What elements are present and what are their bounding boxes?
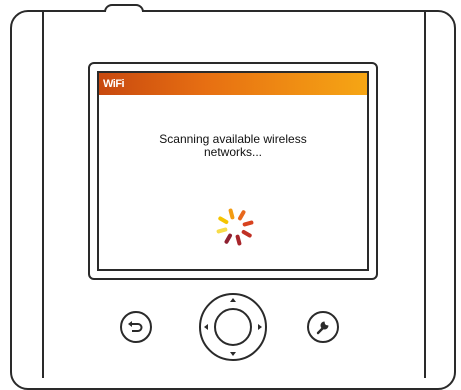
title-bar: WiFi — [99, 73, 367, 95]
back-button[interactable] — [120, 311, 152, 343]
spinner-spoke — [238, 210, 246, 221]
status-message: Scanning available wireless networks... — [99, 133, 367, 159]
display-screen: WiFi Scanning available wireless network… — [97, 71, 369, 271]
spinner-spoke — [224, 233, 233, 244]
spinner-spoke — [216, 227, 228, 234]
loading-spinner-icon — [216, 208, 254, 246]
back-arrow-icon — [128, 321, 143, 332]
spinner-spoke — [228, 208, 235, 220]
wrench-icon — [316, 321, 329, 335]
spinner-spoke — [235, 234, 242, 246]
settings-button[interactable] — [307, 311, 339, 343]
dpad-down-icon[interactable] — [230, 352, 236, 356]
spinner-spoke — [241, 230, 252, 238]
status-message-line2: networks... — [203, 145, 263, 159]
spinner-spoke — [242, 220, 254, 227]
spinner-spoke — [218, 216, 229, 225]
dpad-left-icon[interactable] — [204, 324, 208, 330]
power-button[interactable] — [104, 4, 144, 12]
dpad-up-icon[interactable] — [230, 298, 236, 302]
screen-title: WiFi — [103, 78, 125, 90]
dpad-right-icon[interactable] — [258, 324, 262, 330]
side-rail-right — [424, 12, 426, 378]
dpad-center-button[interactable] — [214, 308, 252, 346]
side-rail-left — [42, 12, 44, 378]
